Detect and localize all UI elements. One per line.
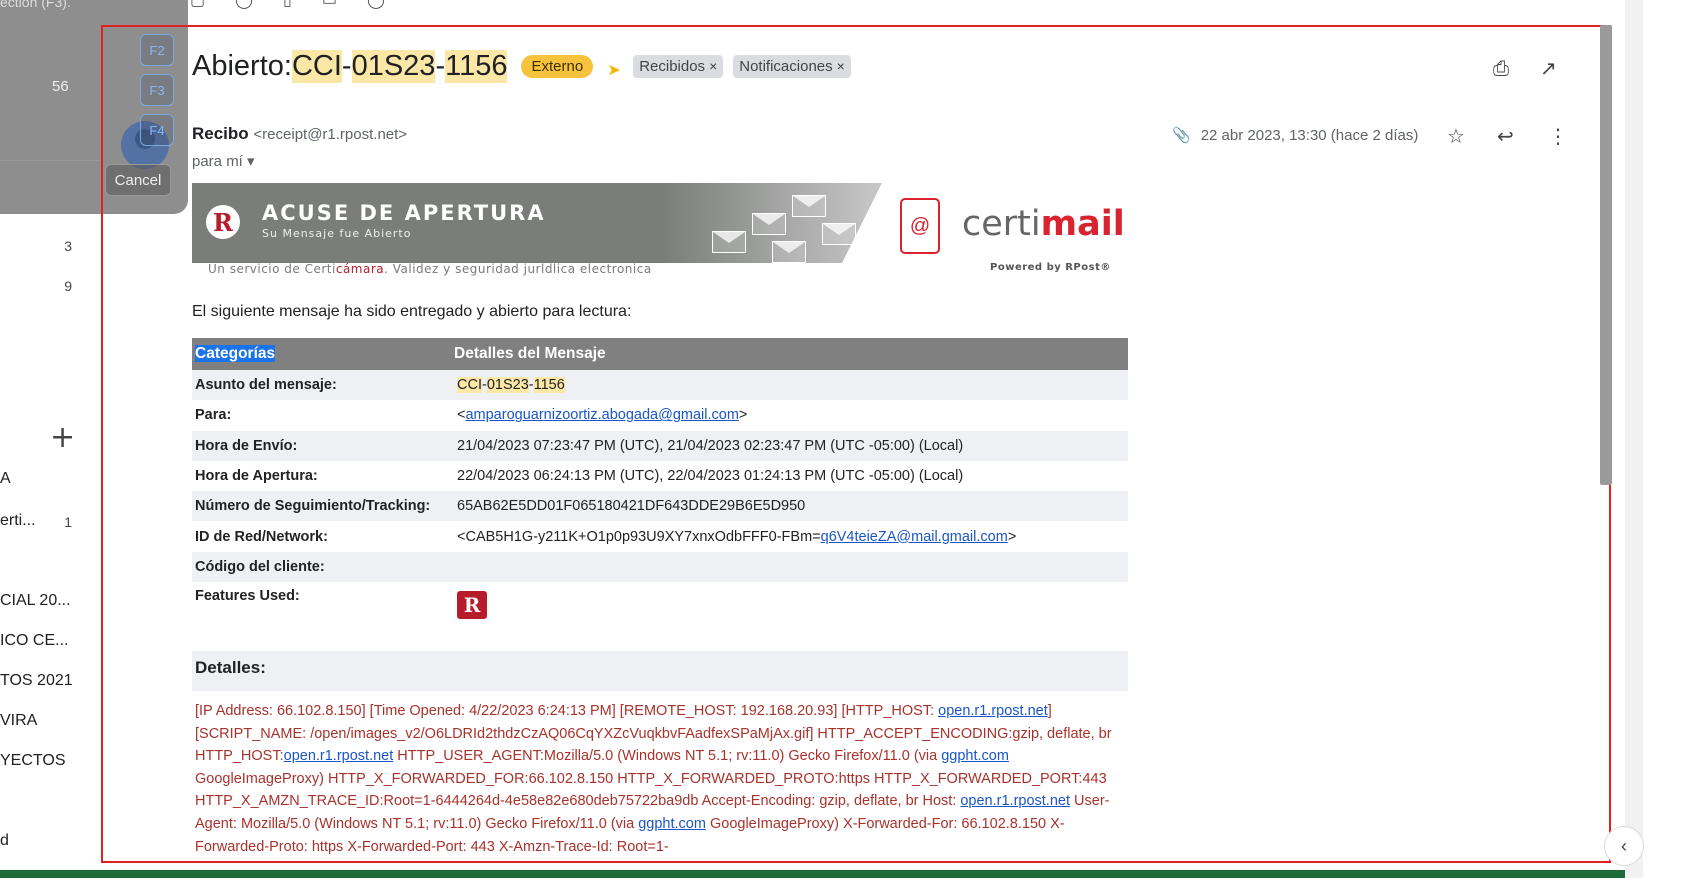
- overlay-hint-text: ection (F3).: [0, 0, 71, 10]
- gmail-page: 3 9 + A erti... 1 CIAL 20... ICO CE... T…: [0, 0, 1695, 878]
- sidebar-label[interactable]: YECTOS: [0, 752, 80, 770]
- sidebar-label[interactable]: TOS 2021: [0, 672, 80, 690]
- delete-icon[interactable]: ▯: [283, 0, 292, 9]
- scrollbar[interactable]: [1600, 25, 1612, 485]
- snooze-icon[interactable]: ◯: [367, 0, 385, 9]
- chevron-left-icon: ‹: [1621, 835, 1627, 856]
- sidebar-count: 3: [64, 238, 72, 254]
- toolbar: ▢ ◯ ▯ ▭ ◯: [190, 0, 385, 9]
- divider: [0, 160, 100, 161]
- sidebar-label[interactable]: CIAL 20...: [0, 592, 80, 610]
- mail-icon[interactable]: ▭: [322, 0, 337, 9]
- sidebar-count: 9: [64, 278, 72, 294]
- collapse-panel-button[interactable]: ‹: [1604, 826, 1644, 866]
- taskbar-strip: [0, 870, 1625, 878]
- report-icon[interactable]: ◯: [235, 0, 253, 9]
- archive-icon[interactable]: ▢: [190, 0, 205, 9]
- side-panel-gutter: [1625, 0, 1643, 878]
- sidebar-label[interactable]: d: [0, 832, 80, 850]
- sidebar-label[interactable]: VIRA: [0, 712, 80, 730]
- add-label-icon[interactable]: +: [50, 420, 75, 455]
- sidebar-count: 56: [52, 78, 69, 95]
- highlight-frame: [101, 25, 1611, 863]
- sidebar-label[interactable]: A: [0, 470, 80, 488]
- sidebar-count: 1: [64, 514, 72, 530]
- sidebar-label[interactable]: ICO CE...: [0, 632, 80, 650]
